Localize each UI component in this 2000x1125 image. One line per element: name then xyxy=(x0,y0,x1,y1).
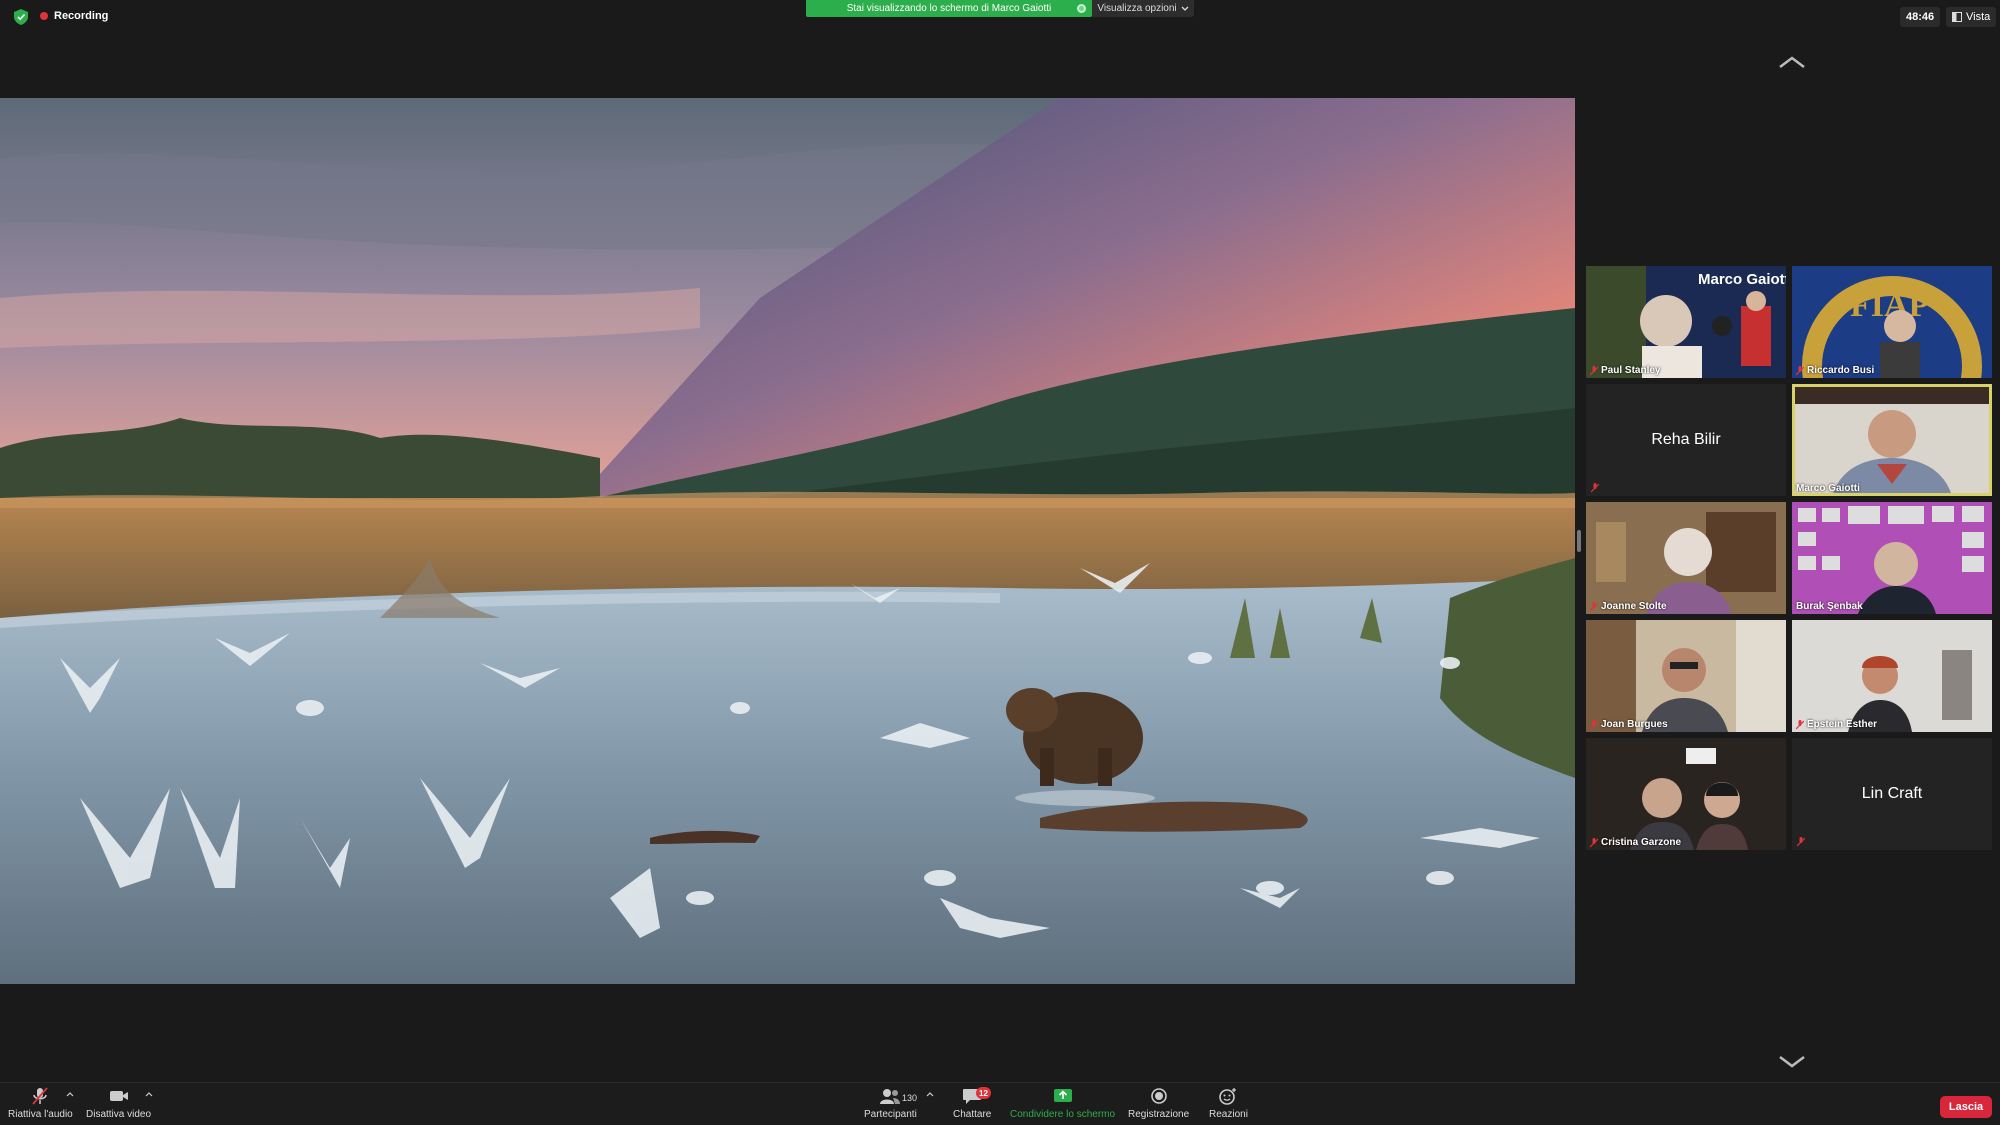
video-tile[interactable]: Cristina Garzone xyxy=(1586,738,1786,850)
participant-video: FIAP xyxy=(1792,266,1992,378)
participant-name: Riccardo Busi xyxy=(1807,365,1875,376)
video-tile-no-video[interactable]: Lin Craft xyxy=(1792,738,1992,850)
participant-video xyxy=(1586,502,1786,614)
chevron-down-icon[interactable] xyxy=(1778,1054,1806,1070)
participant-name: Joanne Stolte xyxy=(1601,601,1667,612)
video-tile[interactable]: Joan Burgues xyxy=(1586,620,1786,732)
muted-mic-icon xyxy=(1590,365,1598,375)
participant-name-center: Reha Bilir xyxy=(1651,431,1721,448)
share-screen-icon xyxy=(1053,1089,1072,1102)
view-options-button[interactable]: Visualizza opzioni xyxy=(1092,0,1194,17)
participant-name: Burak Şenbak xyxy=(1796,601,1863,612)
chat-button-label: Chattare xyxy=(953,1109,992,1120)
share-button-label: Condividere lo schermo xyxy=(1010,1109,1116,1120)
video-button-label: Disattiva video xyxy=(86,1109,152,1120)
participants-icon xyxy=(880,1089,901,1104)
participant-video: Marco Gaiotti xyxy=(1586,266,1786,378)
participant-name-label: Epstein Esther xyxy=(1796,719,1877,730)
security-shield-icon[interactable] xyxy=(14,9,28,25)
video-tile[interactable]: Epstein Esther xyxy=(1792,620,1992,732)
participant-name-label: Burak Şenbak xyxy=(1796,601,1863,612)
participant-name-label: Paul Stanley xyxy=(1590,365,1660,376)
audio-options-caret-icon[interactable] xyxy=(66,1091,74,1097)
participant-name: Epstein Esther xyxy=(1807,719,1878,730)
participant-name: Joan Burgues xyxy=(1601,719,1668,730)
chevron-down-icon xyxy=(1181,6,1189,11)
view-label: Vista xyxy=(1966,11,1991,23)
muted-mic-icon xyxy=(1590,837,1598,847)
video-tile[interactable]: FIAP Riccardo Busi xyxy=(1792,266,1992,378)
video-camera-icon xyxy=(109,1091,128,1101)
reactions-button-label: Reazioni xyxy=(1209,1109,1248,1120)
top-bar: Recording Stai visualizzando lo schermo … xyxy=(0,0,2000,34)
chevron-up-icon[interactable] xyxy=(1778,54,1806,70)
participant-name-label: Joanne Stolte xyxy=(1590,601,1667,612)
muted-mic-icon xyxy=(1796,719,1804,729)
record-button-label: Registrazione xyxy=(1128,1109,1190,1120)
smiley-reaction-icon xyxy=(1219,1088,1237,1105)
participant-name-center: Lin Craft xyxy=(1861,785,1923,802)
participant-video xyxy=(1792,620,1992,732)
meeting-timer: 48:46 xyxy=(1900,7,1941,27)
chat-unread-badge: 12 xyxy=(976,1087,991,1099)
video-tile-active-speaker[interactable]: Marco Gaiotti xyxy=(1792,384,1992,496)
muted-mic-icon xyxy=(1590,719,1598,729)
share-screen-button[interactable]: Condividere lo schermo xyxy=(1010,1087,1115,1120)
shared-photo-bear-river xyxy=(0,98,1575,984)
meeting-toolbar: Riattiva l'audio Disattiva video Parteci… xyxy=(0,1082,2000,1125)
recording-indicator[interactable]: Recording xyxy=(40,10,108,22)
share-status-icon xyxy=(1077,4,1086,13)
muted-mic-icon xyxy=(1796,365,1804,375)
video-tile-no-video[interactable]: Reha Bilir xyxy=(1586,384,1786,496)
recording-label: Recording xyxy=(54,10,109,22)
muted-microphone-icon xyxy=(32,1087,49,1105)
tile-overlay-title: Marco Gaiotti xyxy=(1698,271,1786,288)
participants-options-caret-icon[interactable] xyxy=(926,1091,934,1097)
video-tile[interactable]: Burak Şenbak xyxy=(1792,502,1992,614)
view-button[interactable]: Vista xyxy=(1946,7,1997,27)
muted-mic-icon xyxy=(1590,601,1598,611)
recording-dot-icon xyxy=(40,12,48,20)
grid-view-icon xyxy=(1952,12,1962,22)
participant-name-label: Joan Burgues xyxy=(1590,719,1668,730)
muted-mic-icon xyxy=(1591,483,1599,493)
record-button[interactable]: Registrazione xyxy=(1128,1087,1189,1120)
unmute-audio-button[interactable]: Riattiva l'audio xyxy=(8,1087,73,1120)
muted-mic-icon xyxy=(1797,837,1805,847)
audio-button-label: Riattiva l'audio xyxy=(8,1109,73,1120)
record-icon xyxy=(1150,1088,1167,1104)
participant-name-label: Riccardo Busi xyxy=(1796,365,1874,376)
participant-video xyxy=(1792,502,1992,614)
participant-name: Marco Gaiotti xyxy=(1796,483,1860,494)
share-banner-text: Stai visualizzando lo schermo di Marco G… xyxy=(846,3,1052,14)
participants-button[interactable]: Partecipanti xyxy=(864,1087,917,1120)
reactions-button[interactable]: Reazioni xyxy=(1209,1087,1248,1120)
video-options-caret-icon[interactable] xyxy=(145,1091,153,1097)
participant-video xyxy=(1586,738,1786,850)
screen-share-banner: Stai visualizzando lo schermo di Marco G… xyxy=(806,0,1092,17)
participant-name-label: Cristina Garzone xyxy=(1590,837,1681,848)
participant-video xyxy=(1586,620,1786,732)
stop-video-button[interactable]: Disattiva video xyxy=(86,1087,151,1120)
participant-name: Paul Stanley xyxy=(1601,365,1661,376)
video-tile[interactable]: Joanne Stolte xyxy=(1586,502,1786,614)
view-options-label: Visualizza opzioni xyxy=(1097,3,1177,14)
participant-name: Cristina Garzone xyxy=(1601,837,1682,848)
participants-button-label: Partecipanti xyxy=(864,1109,917,1120)
video-tile[interactable]: Marco Gaiotti Paul Stanley xyxy=(1586,266,1786,378)
participant-name-label: Marco Gaiotti xyxy=(1796,483,1860,494)
leave-meeting-button[interactable]: Lascia xyxy=(1940,1096,1992,1118)
participants-count: 130 xyxy=(902,1093,918,1103)
participant-video xyxy=(1792,384,1992,496)
gallery-resize-handle[interactable] xyxy=(1577,530,1581,552)
shared-screen[interactable] xyxy=(0,98,1575,984)
